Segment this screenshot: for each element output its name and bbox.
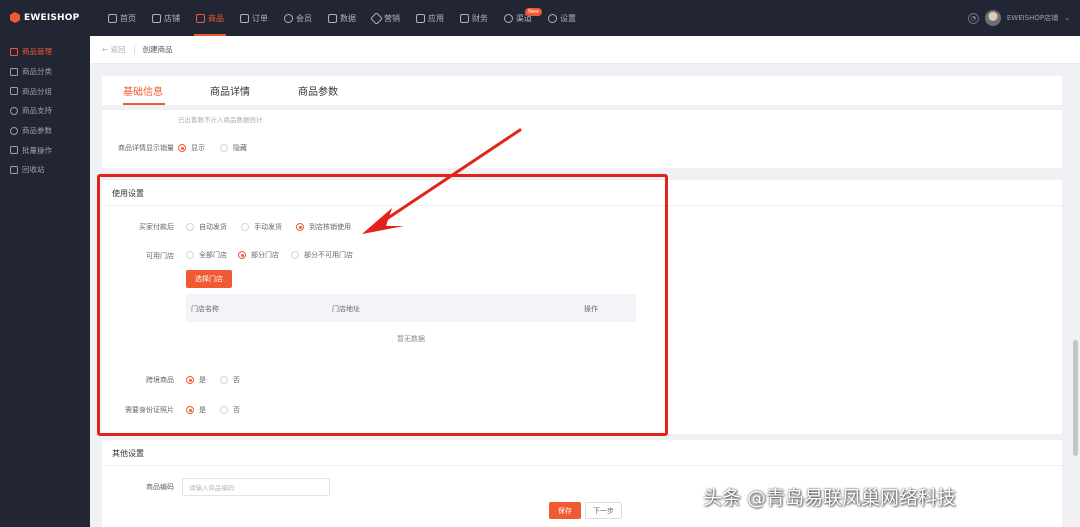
avatar[interactable] <box>984 10 1001 26</box>
nav-label: 数据 <box>340 13 356 23</box>
radio-sales-hide[interactable]: 隐藏 <box>220 143 247 153</box>
nav-item-data[interactable]: 数据 <box>320 0 364 36</box>
sidebar-item-label: 商品支持 <box>22 106 52 116</box>
radio-label: 显示 <box>191 144 205 152</box>
user-area[interactable]: ◔ EWEISHOP店铺 ⌄ <box>967 10 1070 26</box>
sales-display-panel: 已出售数不计入商品数据统计 商品详情显示销量 显示 隐藏 <box>102 110 1062 168</box>
batch-icon <box>10 146 18 155</box>
nav-label: 店铺 <box>164 13 180 23</box>
other-settings-title: 其他设置 <box>112 449 144 458</box>
tab-bar: 基础信息 商品详情 商品参数 <box>102 76 1062 105</box>
store-icon <box>152 13 161 23</box>
chevron-down-icon[interactable]: ⌄ <box>1064 14 1070 22</box>
nav-label: 商品 <box>208 13 224 23</box>
sidebar-item-batch[interactable]: 批量操作 <box>0 140 90 160</box>
brand-logo[interactable]: EWEISHOP <box>10 12 79 23</box>
tab-goods-params[interactable]: 商品参数 <box>298 83 338 98</box>
sidebar-item-label: 商品管理 <box>22 47 52 57</box>
sidebar-item-label: 商品分类 <box>22 67 52 77</box>
goods-icon <box>196 13 205 23</box>
nav-label: 财务 <box>472 13 488 23</box>
nav-item-settings[interactable]: 设置 <box>540 0 584 36</box>
params-icon <box>10 126 18 135</box>
brand-name: EWEISHOP <box>24 12 80 23</box>
tag-icon <box>370 11 383 25</box>
nav-item-apps[interactable]: 应用 <box>408 0 452 36</box>
sidebar-item-group[interactable]: 商品分组 <box>0 81 90 101</box>
home-icon <box>108 13 117 23</box>
sidebar-item-label: 批量操作 <box>22 145 52 155</box>
gear-icon <box>548 13 557 23</box>
data-icon <box>328 13 337 23</box>
nav-label: 营销 <box>384 13 400 23</box>
nav-label: 应用 <box>428 13 444 23</box>
nav-item-order[interactable]: 订单 <box>232 0 276 36</box>
group-icon <box>10 87 18 96</box>
radio-indicator <box>178 144 186 152</box>
save-button[interactable]: 保存 <box>549 502 581 519</box>
nav-item-member[interactable]: 会员 <box>276 0 320 36</box>
nav-item-channel[interactable]: 渠道 New <box>496 0 542 36</box>
nav-item-store[interactable]: 店铺 <box>144 0 188 36</box>
sidebar-item-params[interactable]: 商品参数 <box>0 121 90 141</box>
goods-icon <box>10 47 18 56</box>
app-icon <box>416 13 425 23</box>
user-name[interactable]: EWEISHOP店铺 <box>1007 13 1058 23</box>
breadcrumb: ← 返回 创建商品 <box>90 36 1080 64</box>
notification-icon[interactable]: ◔ <box>967 12 979 24</box>
sidebar-item-label: 商品分组 <box>22 86 52 96</box>
next-step-button[interactable]: 下一步 <box>585 502 622 519</box>
annotation-highlight-box <box>97 174 668 436</box>
goods-code-label: 商品编码 <box>146 483 174 491</box>
sidebar: 商品管理 商品分类 商品分组 商品支持 商品参数 批量操作 回收站 <box>0 36 90 527</box>
member-icon <box>284 13 293 23</box>
tab-basic-info[interactable]: 基础信息 <box>123 83 163 98</box>
nav-item-goods[interactable]: 商品 <box>188 0 232 36</box>
radio-indicator <box>220 144 228 152</box>
finance-icon <box>460 13 469 23</box>
page-title: 创建商品 <box>142 45 173 54</box>
back-link[interactable]: ← 返回 <box>102 44 126 55</box>
nav-label: 会员 <box>296 13 312 23</box>
nav-item-marketing[interactable]: 营销 <box>364 0 408 36</box>
sales-hint: 已出售数不计入商品数据统计 <box>178 116 263 124</box>
tab-goods-detail[interactable]: 商品详情 <box>210 83 250 98</box>
channel-icon <box>504 13 513 23</box>
tab-active-indicator <box>123 103 165 105</box>
top-nav: 首页 店铺 商品 订单 会员 数据 营销 应用 财务 渠道 New 设置 <box>100 0 584 36</box>
top-bar: EWEISHOP 首页 店铺 商品 订单 会员 数据 营销 应用 财务 渠道 Ne… <box>0 0 1080 36</box>
nav-item-finance[interactable]: 财务 <box>452 0 496 36</box>
sidebar-item-label: 回收站 <box>22 165 45 175</box>
radio-sales-show[interactable]: 显示 <box>178 143 205 153</box>
nav-label: 首页 <box>120 13 136 23</box>
vertical-scrollbar[interactable] <box>1073 340 1078 456</box>
trash-icon <box>10 165 18 174</box>
sidebar-item-support[interactable]: 商品支持 <box>0 101 90 121</box>
category-icon <box>10 67 18 76</box>
sales-display-label: 商品详情显示销量 <box>118 144 174 152</box>
sidebar-item-label: 商品参数 <box>22 126 52 136</box>
sidebar-item-goods-manage[interactable]: 商品管理 <box>0 42 90 62</box>
order-icon <box>240 13 249 23</box>
nav-item-home[interactable]: 首页 <box>100 0 144 36</box>
sidebar-item-recycle[interactable]: 回收站 <box>0 160 90 180</box>
sidebar-item-category[interactable]: 商品分类 <box>0 62 90 82</box>
breadcrumb-separator <box>133 45 135 54</box>
goods-code-input[interactable]: 请输入商品编码 <box>182 478 330 496</box>
support-icon <box>10 106 18 115</box>
radio-label: 隐藏 <box>233 144 247 152</box>
watermark-text: 头条 @青岛易联凤巢网络科技 <box>703 487 957 509</box>
nav-label: 设置 <box>560 13 576 23</box>
logo-icon <box>10 12 20 23</box>
panel-divider <box>102 465 1072 466</box>
nav-label: 订单 <box>252 13 268 23</box>
